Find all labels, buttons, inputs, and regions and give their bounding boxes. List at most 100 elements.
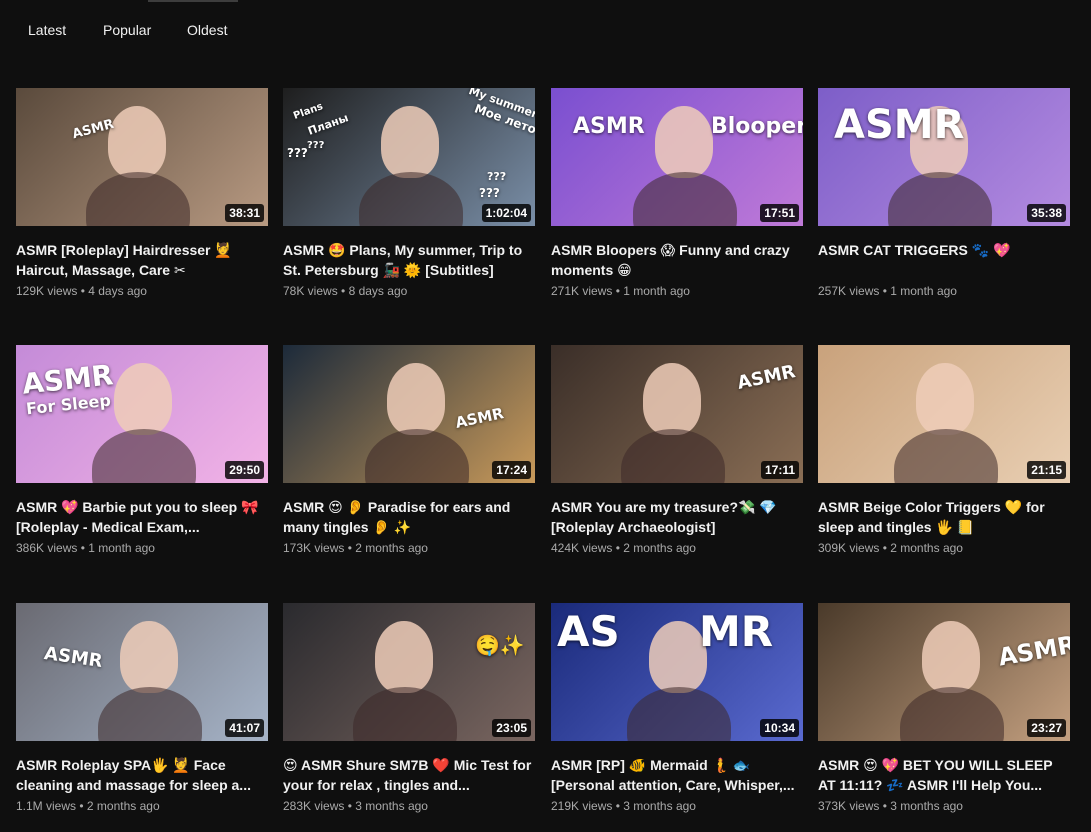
- view-count: 257K views: [818, 284, 880, 298]
- video-meta: 257K views • 1 month ago: [818, 284, 1070, 298]
- video-thumbnail[interactable]: AS MR 10:34: [551, 603, 803, 741]
- meta-separator: •: [612, 799, 624, 813]
- video-title[interactable]: ASMR Beige Color Triggers 💛 for sleep an…: [818, 497, 1070, 537]
- video-title[interactable]: 😍 ASMR Shure SM7B ❤️ Mic Test for your f…: [283, 755, 535, 795]
- video-meta: 1.1M views • 2 months ago: [16, 799, 268, 813]
- person-figure: [922, 621, 980, 693]
- meta-separator: •: [337, 284, 349, 298]
- video-meta: 309K views • 2 months ago: [818, 541, 1070, 555]
- upload-age: 2 months ago: [890, 541, 963, 555]
- video-title[interactable]: ASMR You are my treasure?💸 💎 [Roleplay A…: [551, 497, 803, 537]
- duration-badge: 10:34: [760, 719, 799, 737]
- video-title[interactable]: ASMR [Roleplay] Hairdresser 💆 Haircut, M…: [16, 240, 268, 280]
- thumbnail-text: ASMR: [573, 114, 645, 139]
- meta-separator: •: [612, 284, 624, 298]
- meta-separator: •: [344, 541, 356, 555]
- meta-separator: •: [77, 284, 89, 298]
- duration-badge: 29:50: [225, 461, 264, 479]
- upload-age: 3 months ago: [623, 799, 696, 813]
- thumbnail-text: MR: [699, 607, 774, 656]
- thumbnail-text: 🤤✨: [475, 633, 525, 657]
- video-thumbnail[interactable]: ASMR For Sleep 29:50: [16, 345, 268, 483]
- video-meta: 386K views • 1 month ago: [16, 541, 268, 555]
- duration-badge: 17:24: [492, 461, 531, 479]
- video-title[interactable]: ASMR 😍 💖 BET YOU WILL SLEEP AT 11:11? 💤 …: [818, 755, 1070, 795]
- video-meta: 129K views • 4 days ago: [16, 284, 268, 298]
- view-count: 1.1M views: [16, 799, 77, 813]
- video-thumbnail[interactable]: ASMR 41:07: [16, 603, 268, 741]
- video-meta: 271K views • 1 month ago: [551, 284, 803, 298]
- thumbnail-text: AS: [557, 607, 620, 656]
- video-title[interactable]: ASMR CAT TRIGGERS 🐾 💖: [818, 240, 1070, 280]
- video-thumbnail[interactable]: 21:15: [818, 345, 1070, 483]
- video-card[interactable]: ASMR 35:38 ASMR CAT TRIGGERS 🐾 💖 257K views…: [818, 88, 1070, 298]
- tab-latest[interactable]: Latest: [28, 22, 66, 38]
- video-card[interactable]: ASMR For Sleep 29:50 ASMR 💖 Barbie put you …: [16, 345, 268, 555]
- duration-badge: 35:38: [1027, 204, 1066, 222]
- video-meta: 78K views • 8 days ago: [283, 284, 535, 298]
- video-title[interactable]: ASMR 💖 Barbie put you to sleep 🎀 [Rolepl…: [16, 497, 268, 537]
- duration-badge: 21:15: [1027, 461, 1066, 479]
- meta-separator: •: [879, 541, 891, 555]
- upload-age: 1 month ago: [623, 284, 690, 298]
- tab-popular[interactable]: Popular: [103, 22, 151, 38]
- duration-badge: 38:31: [225, 204, 264, 222]
- video-thumbnail[interactable]: 🤤✨ 23:05: [283, 603, 535, 741]
- upload-age: 2 months ago: [623, 541, 696, 555]
- video-card[interactable]: ASMR Bloopers 17:51 ASMR Bloopers 😱 Funny a…: [551, 88, 803, 298]
- duration-badge: 23:05: [492, 719, 531, 737]
- video-card[interactable]: ASMR 41:07 ASMR Roleplay SPA🖐 💆 Face clean…: [16, 603, 268, 813]
- view-count: 283K views: [283, 799, 345, 813]
- view-count: 386K views: [16, 541, 78, 555]
- person-figure: [114, 363, 172, 435]
- person-figure: [916, 363, 974, 435]
- meta-separator: •: [612, 541, 624, 555]
- thumbnail-text: ???: [487, 170, 507, 183]
- video-meta: 283K views • 3 months ago: [283, 799, 535, 813]
- thumbnail-text: ???: [287, 146, 308, 160]
- video-card[interactable]: Plans Планы My summer Мое лето???????????? 1…: [283, 88, 535, 298]
- upload-age: 8 days ago: [348, 284, 408, 298]
- duration-badge: 23:27: [1027, 719, 1066, 737]
- meta-separator: •: [879, 284, 891, 298]
- view-count: 173K views: [283, 541, 345, 555]
- video-thumbnail[interactable]: ASMR 17:24: [283, 345, 535, 483]
- video-thumbnail[interactable]: ASMR Bloopers 17:51: [551, 88, 803, 226]
- video-thumbnail[interactable]: ASMR 17:11: [551, 345, 803, 483]
- view-count: 424K views: [551, 541, 613, 555]
- upload-age: 3 months ago: [890, 799, 963, 813]
- view-count: 309K views: [818, 541, 880, 555]
- person-figure: [643, 363, 701, 435]
- duration-badge: 17:51: [760, 204, 799, 222]
- video-card[interactable]: ASMR 38:31 ASMR [Roleplay] Hairdresser 💆 H…: [16, 88, 268, 298]
- person-figure: [375, 621, 433, 693]
- video-card[interactable]: ASMR 17:11 ASMR You are my treasure?💸 💎 [R…: [551, 345, 803, 555]
- video-thumbnail[interactable]: ASMR 23:27: [818, 603, 1070, 741]
- video-thumbnail[interactable]: Plans Планы My summer Мое лето???????????? 1…: [283, 88, 535, 226]
- meta-separator: •: [344, 799, 356, 813]
- video-thumbnail[interactable]: ASMR 35:38: [818, 88, 1070, 226]
- video-card[interactable]: ASMR 17:24 ASMR 😍 👂 Paradise for ears and …: [283, 345, 535, 555]
- video-title[interactable]: ASMR Roleplay SPA🖐 💆 Face cleaning and m…: [16, 755, 268, 795]
- upload-age: 4 days ago: [88, 284, 147, 298]
- thumbnail-text: ???: [479, 186, 500, 200]
- video-title[interactable]: ASMR 🤩 Plans, My summer, Trip to St. Pet…: [283, 240, 535, 280]
- video-card[interactable]: AS MR 10:34 ASMR [RP] 🐠 Mermaid 🧜 🐟 [Person…: [551, 603, 803, 813]
- thumbnail-text: Bloopers: [711, 114, 803, 139]
- tab-oldest[interactable]: Oldest: [187, 22, 227, 38]
- upload-age: 1 month ago: [890, 284, 957, 298]
- video-title[interactable]: ASMR Bloopers 😱 Funny and crazy moments …: [551, 240, 803, 280]
- video-card[interactable]: 🤤✨ 23:05 😍 ASMR Shure SM7B ❤️ Mic Test for…: [283, 603, 535, 813]
- video-card[interactable]: 21:15 ASMR Beige Color Triggers 💛 for sle…: [818, 345, 1070, 555]
- video-title[interactable]: ASMR [RP] 🐠 Mermaid 🧜 🐟 [Personal attent…: [551, 755, 803, 795]
- meta-separator: •: [879, 799, 891, 813]
- video-title[interactable]: ASMR 😍 👂 Paradise for ears and many ting…: [283, 497, 535, 537]
- video-card[interactable]: ASMR 23:27 ASMR 😍 💖 BET YOU WILL SLEEP AT …: [818, 603, 1070, 813]
- meta-separator: •: [77, 541, 89, 555]
- thumbnail-text: ???: [307, 140, 325, 151]
- meta-separator: •: [76, 799, 87, 813]
- person-figure: [108, 106, 166, 178]
- person-figure: [387, 363, 445, 435]
- video-thumbnail[interactable]: ASMR 38:31: [16, 88, 268, 226]
- video-meta: 373K views • 3 months ago: [818, 799, 1070, 813]
